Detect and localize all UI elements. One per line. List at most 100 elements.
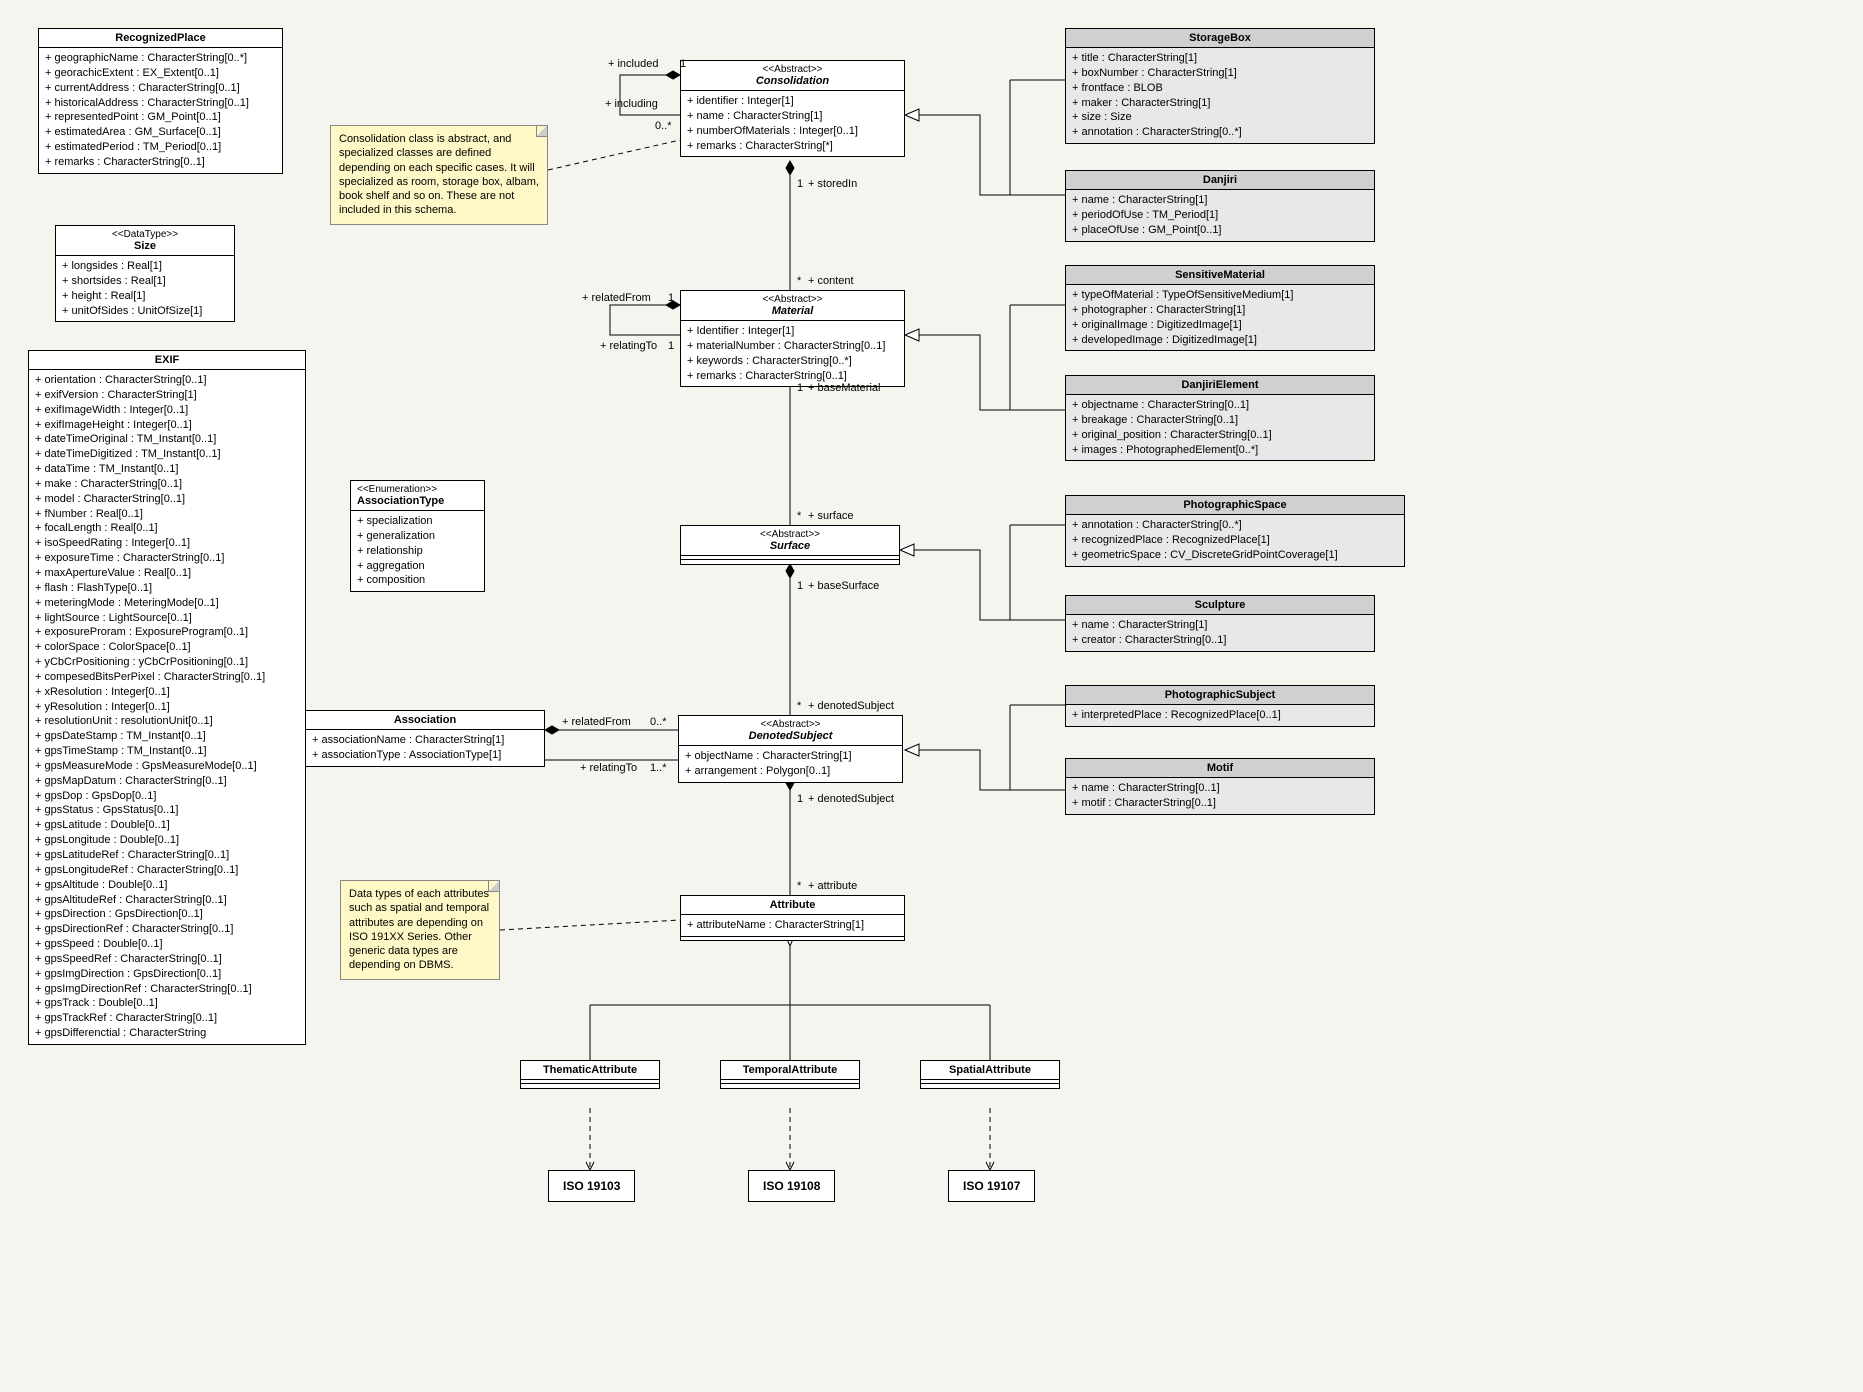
label-denoted-subject: + denotedSubject <box>808 700 894 712</box>
attr-line: + isoSpeedRating : Integer[0..1] <box>35 536 299 551</box>
attr-line: + specialization <box>357 514 478 529</box>
attr-line: + maker : CharacterString[1] <box>1072 96 1368 111</box>
class-spatial-attribute: SpatialAttribute <box>920 1060 1060 1089</box>
class-title: SpatialAttribute <box>949 1064 1031 1076</box>
label-included: + included <box>608 58 658 70</box>
class-attrs: + name : CharacterString[0..1]+ motif : … <box>1066 778 1374 814</box>
class-stereo: <<DataType>> <box>62 229 228 240</box>
attr-line: + numberOfMaterials : Integer[0..1] <box>687 124 898 139</box>
label-base-surface: + baseSurface <box>808 580 879 592</box>
class-title: Association <box>394 714 456 726</box>
attr-line: + flash : FlashType[0..1] <box>35 581 299 596</box>
class-exif: EXIF + orientation : CharacterString[0..… <box>28 350 306 1045</box>
class-title: Size <box>134 240 156 252</box>
label-mult: 1 <box>680 58 686 70</box>
attr-line: + gpsLongitude : Double[0..1] <box>35 833 299 848</box>
attr-line: + recognizedPlace : RecognizedPlace[1] <box>1072 533 1398 548</box>
attr-line: + gpsMapDatum : CharacterString[0..1] <box>35 774 299 789</box>
class-attrs: + objectName : CharacterString[1]+ arran… <box>679 746 902 782</box>
attr-line: + relationship <box>357 544 478 559</box>
attr-line: + model : CharacterString[0..1] <box>35 492 299 507</box>
attr-line: + estimatedArea : GM_Surface[0..1] <box>45 125 276 140</box>
label-mult: * <box>797 880 801 892</box>
class-photographic-subject: PhotographicSubject + interpretedPlace :… <box>1065 685 1375 727</box>
attr-line: + yResolution : Integer[0..1] <box>35 700 299 715</box>
label-mult: * <box>797 510 801 522</box>
attr-line: + generalization <box>357 529 478 544</box>
attr-line: + remarks : CharacterString[*] <box>687 139 898 154</box>
attr-line: + historicalAddress : CharacterString[0.… <box>45 96 276 111</box>
label-mult: 1 <box>668 340 674 352</box>
attr-line: + dateTimeOriginal : TM_Instant[0..1] <box>35 432 299 447</box>
attr-line: + geographicName : CharacterString[0..*] <box>45 51 276 66</box>
label-mult: * <box>797 275 801 287</box>
label-mult: 1 <box>797 382 803 394</box>
label-mult: 1 <box>797 793 803 805</box>
attr-line: + representedPoint : GM_Point[0..1] <box>45 110 276 125</box>
class-attrs: + name : CharacterString[1]+ periodOfUse… <box>1066 190 1374 241</box>
label-mult: 1 <box>797 178 803 190</box>
attr-line: + exifImageWidth : Integer[0..1] <box>35 403 299 418</box>
attr-line: + images : PhotographedElement[0..*] <box>1072 443 1368 458</box>
class-stereo: <<Abstract>> <box>685 719 896 730</box>
attr-line: + exposureTime : CharacterString[0..1] <box>35 551 299 566</box>
attr-line: + gpsTrack : Double[0..1] <box>35 996 299 1011</box>
label-including: + including <box>605 98 658 110</box>
attr-line: + breakage : CharacterString[0..1] <box>1072 413 1368 428</box>
attr-line: + name : CharacterString[0..1] <box>1072 781 1368 796</box>
class-title: Motif <box>1207 762 1233 774</box>
attr-line: + boxNumber : CharacterString[1] <box>1072 66 1368 81</box>
class-attrs: + typeOfMaterial : TypeOfSensitiveMedium… <box>1066 285 1374 350</box>
class-attrs: + longsides : Real[1]+ shortsides : Real… <box>56 256 234 321</box>
label-mult: 0..* <box>650 716 667 728</box>
class-stereo: <<Abstract>> <box>687 64 898 75</box>
attr-line: + identifier : Integer[1] <box>687 94 898 109</box>
attr-line: + annotation : CharacterString[0..*] <box>1072 125 1368 140</box>
attr-line: + estimatedPeriod : TM_Period[0..1] <box>45 140 276 155</box>
attr-line: + periodOfUse : TM_Period[1] <box>1072 208 1368 223</box>
attr-line: + gpsDop : GpsDop[0..1] <box>35 789 299 804</box>
class-association-type: <<Enumeration>>AssociationType + special… <box>350 480 485 592</box>
class-title: PhotographicSpace <box>1183 499 1286 511</box>
class-danjiri: Danjiri + name : CharacterString[1]+ per… <box>1065 170 1375 242</box>
attr-line: + originalImage : DigitizedImage[1] <box>1072 318 1368 333</box>
class-surface: <<Abstract>>Surface <box>680 525 900 565</box>
class-motif: Motif + name : CharacterString[0..1]+ mo… <box>1065 758 1375 815</box>
attr-line: + gpsImgDirection : GpsDirection[0..1] <box>35 967 299 982</box>
attr-line: + name : CharacterString[1] <box>1072 618 1368 633</box>
attr-line: + gpsSpeed : Double[0..1] <box>35 937 299 952</box>
attr-line: + associationType : AssociationType[1] <box>312 748 538 763</box>
class-denoted-subject: <<Abstract>>DenotedSubject + objectName … <box>678 715 903 783</box>
class-title: RecognizedPlace <box>115 32 205 44</box>
attr-line: + name : CharacterString[1] <box>1072 193 1368 208</box>
attr-line: + dateTimeDigitized : TM_Instant[0..1] <box>35 447 299 462</box>
class-title: Danjiri <box>1203 174 1237 186</box>
class-title: Sculpture <box>1195 599 1246 611</box>
label-stored-in: + storedIn <box>808 178 857 190</box>
attr-line: + exifVersion : CharacterString[1] <box>35 388 299 403</box>
attr-line: + compesedBitsPerPixel : CharacterString… <box>35 670 299 685</box>
attr-line: + name : CharacterString[1] <box>687 109 898 124</box>
class-stereo: <<Enumeration>> <box>357 484 478 495</box>
attr-line: + yCbCrPositioning : yCbCrPositioning[0.… <box>35 655 299 670</box>
attr-line: + gpsTimeStamp : TM_Instant[0..1] <box>35 744 299 759</box>
attr-line: + longsides : Real[1] <box>62 259 228 274</box>
attr-line: + photographer : CharacterString[1] <box>1072 303 1368 318</box>
attr-line: + gpsAltitude : Double[0..1] <box>35 878 299 893</box>
attr-line: + aggregation <box>357 559 478 574</box>
attr-line: + gpsDateStamp : TM_Instant[0..1] <box>35 729 299 744</box>
class-attrs: + interpretedPlace : RecognizedPlace[0..… <box>1066 705 1374 726</box>
attr-line: + arrangement : Polygon[0..1] <box>685 764 896 779</box>
class-title: Consolidation <box>756 75 829 87</box>
attr-line: + georachicExtent : EX_Extent[0..1] <box>45 66 276 81</box>
attr-line: + gpsLatitude : Double[0..1] <box>35 818 299 833</box>
class-title: DanjiriElement <box>1181 379 1258 391</box>
attr-line: + annotation : CharacterString[0..*] <box>1072 518 1398 533</box>
attr-line: + orientation : CharacterString[0..1] <box>35 373 299 388</box>
class-consolidation: <<Abstract>>Consolidation + identifier :… <box>680 60 905 157</box>
class-material: <<Abstract>>Material + Identifier : Inte… <box>680 290 905 387</box>
attr-line: + motif : CharacterString[0..1] <box>1072 796 1368 811</box>
attr-line: + dataTime : TM_Instant[0..1] <box>35 462 299 477</box>
class-title: EXIF <box>155 354 179 366</box>
label-mult: 1 <box>797 580 803 592</box>
